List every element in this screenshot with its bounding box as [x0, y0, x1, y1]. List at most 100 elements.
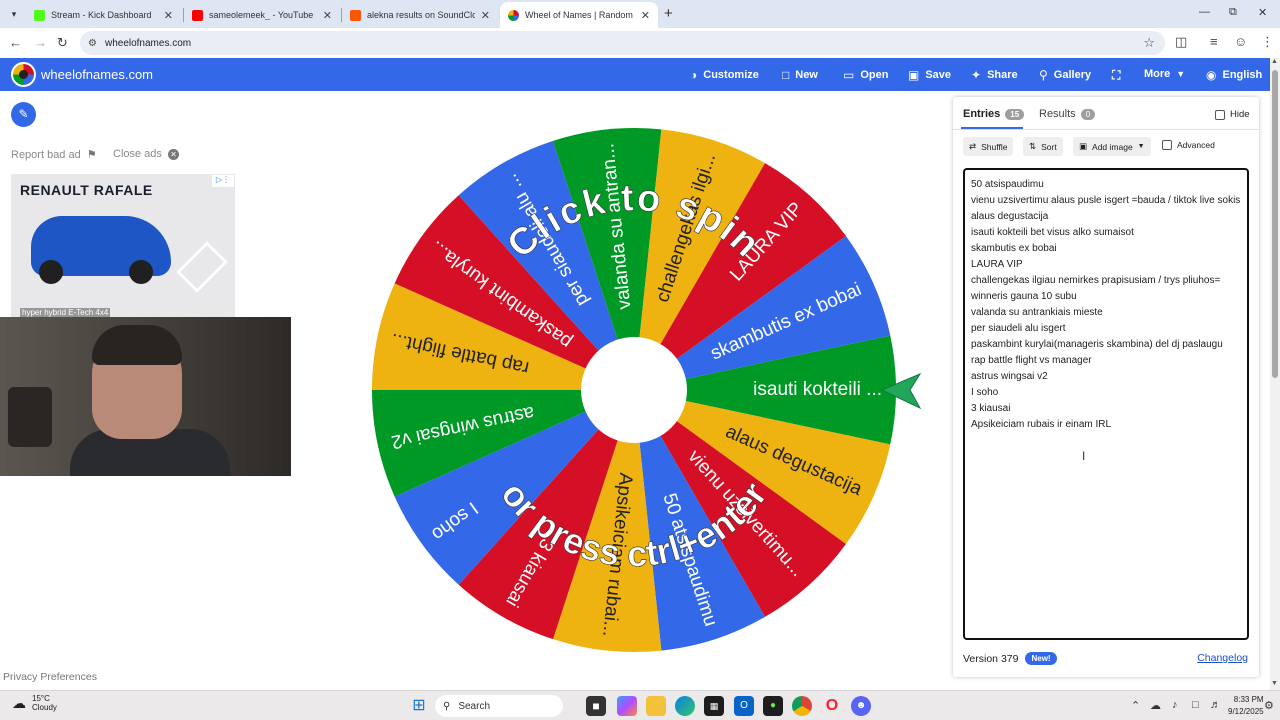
- tab-search-button[interactable]: ▾: [6, 6, 22, 22]
- opera-icon[interactable]: O: [822, 696, 842, 716]
- close-window-icon[interactable]: ✕: [1258, 6, 1267, 19]
- tab-title: Stream - Kick Dashboard: [51, 10, 152, 20]
- close-tab-icon[interactable]: ✕: [481, 9, 490, 22]
- add-image-label: Add image: [1092, 141, 1133, 152]
- windows-start-icon[interactable]: ⊞: [409, 696, 429, 716]
- edge-icon[interactable]: [675, 696, 695, 716]
- taskbar-clock[interactable]: 8:33 PM 9/12/2025: [1228, 694, 1264, 718]
- entry-line: Apsikeiciam rubais ir einam IRL: [971, 419, 1112, 430]
- tab-title: Wheel of Names | Random nam: [525, 10, 635, 20]
- fullscreen-button[interactable]: ⛶: [1112, 68, 1120, 83]
- customize-button[interactable]: ◑ Customize: [690, 68, 759, 82]
- adchoices-icon[interactable]: ▷⋮: [212, 175, 234, 187]
- checkbox-icon[interactable]: [1215, 109, 1225, 120]
- entries-tab-label: Entries: [963, 108, 1001, 120]
- sort-button[interactable]: ⇅ Sort: [1023, 137, 1063, 156]
- tab-kick-dashboard[interactable]: Stream - Kick Dashboard ✕: [26, 2, 181, 28]
- store-icon[interactable]: ▦: [704, 696, 724, 716]
- flag-icon: ⚑: [86, 149, 97, 161]
- taskbar-search[interactable]: ⚲ Search: [435, 695, 563, 717]
- site-name[interactable]: wheelofnames.com: [41, 67, 153, 82]
- wheel-favicon-icon: [508, 9, 519, 21]
- wheel-logo-icon[interactable]: [11, 62, 36, 87]
- youtube-favicon-icon: [192, 9, 203, 21]
- text-cursor-icon: I: [1082, 449, 1086, 463]
- obs-icon[interactable]: ●: [763, 696, 783, 716]
- checkbox-icon[interactable]: [1162, 140, 1172, 150]
- wheel-container[interactable]: isauti kokteili ... alaus degustacija vien…: [370, 126, 898, 654]
- scrollbar-thumb[interactable]: [1272, 70, 1278, 378]
- more-button[interactable]: More ▼: [1144, 68, 1185, 80]
- discord-icon[interactable]: ☻: [851, 696, 871, 716]
- advanced-checkbox[interactable]: Advanced: [1162, 140, 1215, 150]
- globe-icon: ◉: [1206, 68, 1217, 82]
- address-bar[interactable]: ⚙ wheelofnames.com ☆: [80, 31, 1165, 55]
- profile-icon[interactable]: ☺: [1234, 34, 1247, 49]
- ad-banner[interactable]: RENAULT RAFALE ▷⋮ hyper hybrid E-Tech 4x…: [11, 174, 235, 319]
- webcam-chair: [8, 387, 52, 447]
- microphone-icon[interactable]: ♪: [1172, 699, 1178, 711]
- notifications-icon[interactable]: ⚙: [1264, 699, 1274, 712]
- chrome-icon[interactable]: [792, 696, 812, 716]
- onedrive-icon[interactable]: ☁: [1150, 699, 1161, 712]
- entries-textarea[interactable]: 50 atsispaudimu vienu uzsivertimu alaus p…: [963, 168, 1249, 640]
- tray-chevron-icon[interactable]: ⌃: [1131, 699, 1140, 712]
- wheel-center-hub[interactable]: [581, 337, 687, 443]
- site-info-icon[interactable]: ⚙: [88, 38, 97, 49]
- edit-pencil-button[interactable]: ✎: [11, 102, 36, 127]
- open-button[interactable]: ▭ Open: [843, 68, 888, 82]
- volume-icon[interactable]: ♬: [1210, 699, 1221, 711]
- minimize-icon[interactable]: —: [1199, 6, 1210, 18]
- task-view-icon[interactable]: ■: [586, 696, 606, 716]
- tab-youtube[interactable]: sameolemeek_ - YouTube ✕: [184, 2, 340, 28]
- privacy-preferences-link[interactable]: Privacy Preferences: [3, 671, 97, 683]
- copilot-icon[interactable]: [617, 696, 637, 716]
- reload-icon[interactable]: ↻: [57, 35, 68, 51]
- soundcloud-favicon-icon: [350, 9, 361, 21]
- close-tab-icon[interactable]: ✕: [641, 9, 650, 22]
- add-image-button[interactable]: ▣ Add image ▼: [1073, 137, 1151, 156]
- scroll-up-icon[interactable]: ▲: [1271, 58, 1278, 65]
- changelog-link[interactable]: Changelog: [1197, 652, 1248, 664]
- forward-icon[interactable]: →: [34, 35, 47, 50]
- page-scrollbar[interactable]: ▲ ▼: [1270, 58, 1280, 690]
- gallery-button[interactable]: ⚲ Gallery: [1039, 68, 1091, 82]
- wheel[interactable]: isauti kokteili ...alaus degustacijavien…: [370, 126, 898, 654]
- hide-checkbox[interactable]: Hide: [1215, 109, 1250, 120]
- close-tab-icon[interactable]: ✕: [164, 9, 173, 22]
- entry-line: I soho: [971, 387, 999, 398]
- tab-results[interactable]: Results 0: [1039, 108, 1096, 120]
- back-icon[interactable]: ←: [9, 35, 22, 50]
- restore-icon[interactable]: ⧉: [1229, 6, 1237, 19]
- browser-menu-icon[interactable]: ⋮: [1261, 34, 1274, 50]
- tab-entries[interactable]: Entries 15: [963, 108, 1025, 120]
- entry-line: 50 atsispaudimu: [971, 179, 1044, 190]
- weather-desc: Cloudy: [32, 703, 57, 712]
- media-control-icon[interactable]: ≡: [1210, 34, 1218, 49]
- outlook-icon[interactable]: O: [734, 696, 754, 716]
- file-explorer-icon[interactable]: [646, 696, 666, 716]
- wheel-pointer-icon: [880, 372, 922, 410]
- tab-wheel-of-names[interactable]: Wheel of Names | Random nam ✕: [500, 2, 658, 28]
- new-button[interactable]: □ New: [782, 68, 818, 82]
- weather-text: 15°C Cloudy: [32, 694, 57, 712]
- extensions-icon[interactable]: ◫: [1175, 34, 1187, 50]
- wheel-segment-label: isauti kokteili ...: [753, 379, 882, 400]
- scroll-down-icon[interactable]: ▼: [1271, 680, 1278, 687]
- close-tab-icon[interactable]: ✕: [323, 9, 332, 22]
- new-tab-button[interactable]: +: [664, 5, 673, 22]
- shuffle-button[interactable]: ⇄ Shuffle: [963, 137, 1014, 156]
- language-button[interactable]: ◉ English: [1206, 68, 1262, 82]
- weather-widget[interactable]: ☁ 15°C Cloudy: [12, 694, 57, 712]
- share-button[interactable]: ✦ Share: [971, 68, 1018, 82]
- bookmark-star-icon[interactable]: ☆: [1143, 35, 1155, 51]
- browser-toolbar: ← → ↻ ⚙ wheelofnames.com ☆ ◫ ≡ ☺ ⋮: [0, 28, 1280, 58]
- tab-soundcloud[interactable]: alekna results on SoundCloud ✕: [342, 2, 498, 28]
- close-ads-link[interactable]: Close ads ✕: [113, 148, 179, 160]
- report-bad-ad-link[interactable]: Report bad ad ⚑: [11, 148, 97, 162]
- entry-line: vienu uzsivertimu alaus pusle isgert =ba…: [971, 195, 1241, 206]
- save-button[interactable]: ▣ Save: [908, 68, 951, 82]
- network-icon[interactable]: □: [1192, 699, 1199, 711]
- tab-title: alekna results on SoundCloud: [367, 10, 475, 20]
- tab-title: sameolemeek_ - YouTube: [209, 10, 314, 20]
